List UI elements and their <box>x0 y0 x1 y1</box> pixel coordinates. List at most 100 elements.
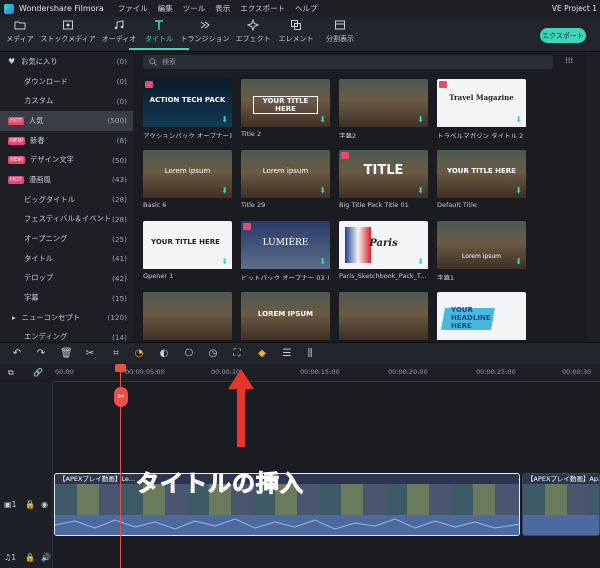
stabilize-icon[interactable]: ⎔ <box>183 348 195 360</box>
premium-gem-icon <box>341 152 349 159</box>
title-thumbnail <box>339 292 428 340</box>
download-icon[interactable]: ⬇ <box>319 186 326 195</box>
menu-help[interactable]: ヘルプ <box>295 3 318 14</box>
download-icon[interactable]: ⬇ <box>221 115 228 124</box>
color-icon[interactable]: ◐ <box>158 348 170 360</box>
title-card-opener-1[interactable]: YOUR TITLE HERE ⬇ Opener 1 <box>143 221 232 280</box>
title-card-default-title[interactable]: YOUR TITLE HERE ⬇ Default Title <box>437 150 526 209</box>
timeline-ruler[interactable]: 00:00 00:00:05:00 00:00:10 00:00:15:00 0… <box>53 364 600 381</box>
video-track-icon: ▣1 <box>4 500 17 509</box>
title-thumbnail <box>143 292 232 340</box>
link-icon[interactable]: 🔗 <box>33 368 43 377</box>
audio-wave-icon[interactable]: ⫼ <box>304 348 316 360</box>
chevron-right-icon[interactable]: ▸ <box>12 313 16 322</box>
sidebar-item-downloads[interactable]: ダウンロード (0) <box>0 72 133 92</box>
title-card-title-2[interactable]: YOUR TITLE HERE ⬇ Title 2 <box>241 79 330 138</box>
title-card-subtitle-1[interactable]: Lorem ipsum ⬇ 字幕1 <box>437 221 526 280</box>
sidebar-item-new-concept[interactable]: ▸ ニューコンセプト (120) <box>0 308 133 328</box>
title-card-row4-3[interactable] <box>339 292 428 342</box>
redo-icon[interactable]: ↷ <box>35 348 47 360</box>
menu-tools[interactable]: ツール <box>183 3 206 14</box>
title-card-action-tech[interactable]: ACTION TECH PACK ⬇ アクションパック オープナー1 <box>143 79 232 138</box>
download-icon[interactable]: ⬇ <box>319 257 326 266</box>
title-thumbnail: Lorem ipsum ⬇ <box>437 221 526 269</box>
sidebar-item-festival[interactable]: フェスティバル＆イベント (28) <box>0 210 133 230</box>
sidebar-item-design-text[interactable]: NEW デザイン文字 (50) <box>0 150 133 170</box>
menu-view[interactable]: 表示 <box>215 3 230 14</box>
sidebar-item-favorites[interactable]: ♥ お気に入り (0) <box>0 52 133 72</box>
sidebar-item-ending[interactable]: エンディング (14) <box>0 328 133 342</box>
title-thumbnail: YOUR HEADLINE HERE <box>437 292 526 340</box>
search-input[interactable]: 検索 <box>143 55 553 69</box>
timer-icon[interactable]: ◷ <box>207 348 219 360</box>
download-icon[interactable]: ⬇ <box>319 115 326 124</box>
title-card-paris-sketchbook[interactable]: Paris ⬇ Paris_Sketchbook_Pack_T... <box>339 221 428 280</box>
sidebar-item-custom[interactable]: カスタム (0) <box>0 91 133 111</box>
title-thumbnail: YOUR TITLE HERE ⬇ <box>241 79 330 127</box>
title-thumbnail: ACTION TECH PACK ⬇ <box>143 79 232 127</box>
sidebar-item-popular[interactable]: HOT 人気 (500) <box>0 111 133 131</box>
download-icon[interactable]: ⬇ <box>417 115 424 124</box>
grid-view-icon[interactable]: ⁞⁞⁞ <box>565 56 573 65</box>
title-card-travel-magazine[interactable]: Travel Magazine ⬇ トラベルマガジン タイトル 2 <box>437 79 526 138</box>
title-card-lumiere[interactable]: LUMIÈRE⬇ ヒットパック オープナー 03 ルミ... <box>241 221 330 280</box>
menu-export[interactable]: エクスポート <box>240 3 285 14</box>
title-thumbnail: Lorem ipsum ⬇ <box>241 150 330 198</box>
sidebar-item-new-year[interactable]: NEW 新春 (8) <box>0 131 133 151</box>
download-icon[interactable]: ⬇ <box>417 257 424 266</box>
title-card-row4-1[interactable] <box>143 292 232 342</box>
new-badge: NEW <box>8 136 26 145</box>
title-card-title-29[interactable]: Lorem ipsum ⬇ Title 29 <box>241 150 330 209</box>
menu-bar: ファイル 編集 ツール 表示 エクスポート ヘルプ <box>118 3 318 14</box>
sidebar-item-title[interactable]: タイトル (41) <box>0 249 133 269</box>
download-icon[interactable]: ⬇ <box>221 257 228 266</box>
sidebar-item-big-title[interactable]: ビッグタイトル (28) <box>0 190 133 210</box>
transition-icon <box>200 21 210 29</box>
add-track-icon[interactable]: ⧉ <box>8 368 14 378</box>
title-thumbnail: Paris ⬇ <box>339 221 428 269</box>
sidebar-item-opening[interactable]: オープニング (25) <box>0 229 133 249</box>
title-card-big-title-01[interactable]: TITLE ⬇ Big Title Pack Title 01 <box>339 150 428 209</box>
tab-split-screen[interactable]: 分割表示 <box>310 19 370 44</box>
sidebar-item-manga[interactable]: HOT 漫画風 (43) <box>0 170 133 190</box>
title-card-basic-6[interactable]: Lorem ipsum ⬇ Basic 6 <box>143 150 232 209</box>
download-icon[interactable]: ⬇ <box>515 115 522 124</box>
cut-icon[interactable]: ✂ <box>84 348 96 360</box>
lock-icon[interactable]: 🔒 <box>25 500 35 509</box>
playhead-handle[interactable] <box>115 364 126 372</box>
download-icon[interactable]: ⬇ <box>515 186 522 195</box>
element-icon <box>291 20 301 30</box>
title-card-subtitle-2[interactable]: ⬇ 字幕2 <box>339 79 428 138</box>
music-icon <box>114 20 124 30</box>
eye-icon[interactable]: ◉ <box>41 500 48 509</box>
clip-thumbnails <box>523 484 599 515</box>
hot-badge: HOT <box>8 175 24 184</box>
menu-edit[interactable]: 編集 <box>158 3 173 14</box>
adjust-icon[interactable]: ☰ <box>281 348 293 360</box>
video-clip-2[interactable]: 【APEXプレイ動画】Ap... <box>522 473 600 536</box>
delete-icon[interactable]: 🗑 <box>60 348 73 360</box>
undo-icon[interactable]: ↶ <box>11 348 23 360</box>
sidebar-item-telop[interactable]: テロップ (42) <box>0 269 133 289</box>
main-toolbar: メディア ストックメディア オーディオ タイトル トランジション エフェクト エ… <box>0 17 600 52</box>
heart-icon: ♥ <box>8 57 16 67</box>
speaker-icon[interactable]: 🔊 <box>41 553 51 562</box>
export-button[interactable]: エクスポート <box>540 28 586 43</box>
speed-icon[interactable]: ◔ <box>133 348 145 360</box>
sidebar-item-subtitles[interactable]: 字幕 (15) <box>0 288 133 308</box>
text-icon <box>155 20 163 30</box>
download-icon[interactable]: ⬇ <box>221 186 228 195</box>
keyframe-icon[interactable]: ◆ <box>256 348 268 360</box>
fullscreen-icon[interactable]: ⛶ <box>231 348 243 360</box>
right-scrollbar[interactable] <box>587 52 600 342</box>
title-card-lorem-ipsum[interactable]: LOREM IPSUM <box>241 292 330 342</box>
crop-icon[interactable]: ⌗ <box>110 348 122 360</box>
download-icon[interactable]: ⬇ <box>515 257 522 266</box>
title-thumbnail: LUMIÈRE ⬇ <box>241 221 330 269</box>
menu-file[interactable]: ファイル <box>118 3 148 14</box>
title-card-your-headline[interactable]: YOUR HEADLINE HERE <box>437 292 526 342</box>
download-icon[interactable]: ⬇ <box>417 186 424 195</box>
playhead-split-icon[interactable]: ✂ <box>114 387 128 407</box>
lock-icon[interactable]: 🔒 <box>25 553 35 562</box>
hot-badge: HOT <box>8 116 24 125</box>
